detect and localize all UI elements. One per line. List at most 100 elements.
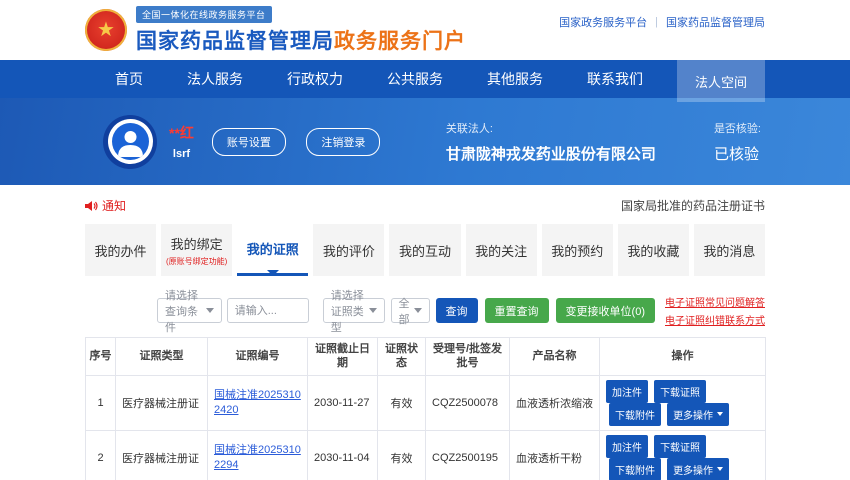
tab-label: 我的互动 [399,241,451,260]
nav-item-contact[interactable]: 联系我们 [587,69,643,89]
tab-my-follows[interactable]: 我的关注 [466,224,537,276]
more-actions-button[interactable]: 更多操作 [667,403,729,426]
account-settings-button[interactable]: 账号设置 [212,128,286,156]
tab-label: 我的评价 [323,241,375,260]
top-header: ★ 全国一体化在线政务服务平台 国家药品监督管理局政务服务门户 国家政务服务平台… [0,0,850,60]
filter-bar: 请选择查询条件 请选择证照类型 全部 查询 重置查询 变更接收单位(0) 电子证… [85,294,765,327]
legal-person-value: 甘肃陇神戎发药业股份有限公司 [446,143,656,164]
cell-type: 医疗器械注册证 [116,375,208,430]
faq-link[interactable]: 电子证照常见问题解答 [665,294,765,309]
cell-no: 1 [86,375,116,430]
notice-toggle[interactable]: 通知 [85,197,126,214]
certificate-number-link[interactable]: 国械注准20253102294 [214,444,301,471]
table-row: 1 医疗器械注册证 国械注准20253102420 2030-11-27 有效 … [86,375,766,430]
tab-label: 我的关注 [475,241,527,260]
cell-product: 血液透析浓缩液 [510,375,600,430]
tab-my-certificates[interactable]: 我的证照 [237,224,308,276]
tab-bar: 我的办件 我的绑定 (原账号绑定功能) 我的证照 我的评价 我的互动 我的关注 … [85,224,765,276]
col-number: 证照编号 [208,338,308,376]
cell-acceptance: CQZ2500195 [426,430,510,480]
logout-button[interactable]: 注销登录 [306,128,380,156]
nav-item-home[interactable]: 首页 [115,69,143,89]
col-product: 产品名称 [510,338,600,376]
tab-my-binding[interactable]: 我的绑定 (原账号绑定功能) [161,224,232,276]
notice-message[interactable]: 国家局批准的药品注册证书 [621,197,765,214]
nav-item-other-services[interactable]: 其他服务 [487,69,543,89]
contact-link[interactable]: 电子证照纠错联系方式 [665,312,765,327]
cell-acceptance: CQZ2500078 [426,375,510,430]
download-attachment-button[interactable]: 下载附件 [609,458,661,480]
select-value: 全部 [399,295,410,327]
link-nmpa[interactable]: 国家药品监督管理局 [666,14,765,30]
site-title-agency: 国家药品监督管理局 [136,30,334,53]
cell-expiry: 2030-11-27 [308,375,378,430]
nav-item-legal-space[interactable]: 法人空间 [677,60,765,102]
tab-label: 我的预约 [551,241,603,260]
more-actions-label: 更多操作 [673,407,713,422]
cell-actions: 加注件 下载证照 下载附件 更多操作 [600,375,766,430]
annotate-button[interactable]: 加注件 [606,380,648,403]
tab-label: 我的消息 [703,241,755,260]
more-actions-button[interactable]: 更多操作 [667,458,729,480]
verify-label: 是否核验: [714,120,761,136]
site-title-portal: 政务服务门户 [334,30,466,53]
annotate-button[interactable]: 加注件 [606,435,648,458]
select-value: 请选择查询条件 [165,287,202,335]
col-status: 证照状态 [378,338,426,376]
certificate-type-select[interactable]: 请选择证照类型 [323,298,385,323]
legal-person-block: 关联法人: 甘肃陇神戎发药业股份有限公司 [446,120,656,164]
brand: ★ 全国一体化在线政务服务平台 国家药品监督管理局政务服务门户 [85,6,466,55]
cell-type: 医疗器械注册证 [116,430,208,480]
verify-status: 已核验 [714,143,761,164]
cell-status: 有效 [378,430,426,480]
cell-status: 有效 [378,375,426,430]
page: ★ 全国一体化在线政务服务平台 国家药品监督管理局政务服务门户 国家政务服务平台… [0,0,850,480]
avatar[interactable] [103,115,157,169]
reset-button[interactable]: 重置查询 [485,298,549,323]
query-condition-select[interactable]: 请选择查询条件 [157,298,222,323]
download-attachment-button[interactable]: 下载附件 [609,403,661,426]
national-emblem-logo: ★ [85,9,127,51]
verify-block: 是否核验: 已核验 [714,120,761,164]
col-expiry: 证照截止日期 [308,338,378,376]
chevron-down-icon [717,412,723,419]
col-acceptance: 受理号/批签发批号 [426,338,510,376]
link-separator: | [655,16,658,28]
certificate-number-link[interactable]: 国械注准20253102420 [214,389,301,416]
tab-my-interactions[interactable]: 我的互动 [389,224,460,276]
content: 通知 国家局批准的药品注册证书 我的办件 我的绑定 (原账号绑定功能) 我的证照… [85,197,765,480]
cell-no: 2 [86,430,116,480]
chevron-down-icon [369,308,377,317]
chevron-down-icon [206,308,214,317]
nav-item-admin-power[interactable]: 行政权力 [287,69,343,89]
person-icon [112,123,149,160]
tab-my-favorites[interactable]: 我的收藏 [618,224,689,276]
col-type: 证照类型 [116,338,208,376]
keyword-input[interactable] [227,298,309,323]
search-button[interactable]: 查询 [436,298,478,323]
user-identity: **红 lsrf [169,123,194,160]
nav-item-public-services[interactable]: 公共服务 [387,69,443,89]
certificates-table: 序号 证照类型 证照编号 证照截止日期 证照状态 受理号/批签发批号 产品名称 … [85,337,766,480]
scope-select[interactable]: 全部 [391,298,430,323]
cell-product: 血液透析干粉 [510,430,600,480]
chevron-down-icon [414,308,422,317]
user-banner: **红 lsrf 账号设置 注销登录 关联法人: 甘肃陇神戎发药业股份有限公司 … [0,98,850,185]
tab-label: 我的证照 [247,239,299,258]
tab-my-messages[interactable]: 我的消息 [694,224,765,276]
help-links: 电子证照常见问题解答 电子证照纠错联系方式 [665,294,765,327]
notice-label: 通知 [102,197,126,214]
table-header-row: 序号 证照类型 证照编号 证照截止日期 证照状态 受理号/批签发批号 产品名称 … [86,338,766,376]
download-certificate-button[interactable]: 下载证照 [654,380,706,403]
user-id: lsrf [169,148,194,160]
change-receiver-button[interactable]: 变更接收单位(0) [556,298,655,323]
legal-person-label: 关联法人: [446,120,656,136]
nav-item-legal-services[interactable]: 法人服务 [187,69,243,89]
download-certificate-button[interactable]: 下载证照 [654,435,706,458]
tab-my-appointments[interactable]: 我的预约 [542,224,613,276]
account-actions: 账号设置 注销登录 [212,128,380,156]
tab-my-reviews[interactable]: 我的评价 [313,224,384,276]
link-gov-service-platform[interactable]: 国家政务服务平台 [559,14,647,30]
col-actions: 操作 [600,338,766,376]
tab-my-items[interactable]: 我的办件 [85,224,156,276]
